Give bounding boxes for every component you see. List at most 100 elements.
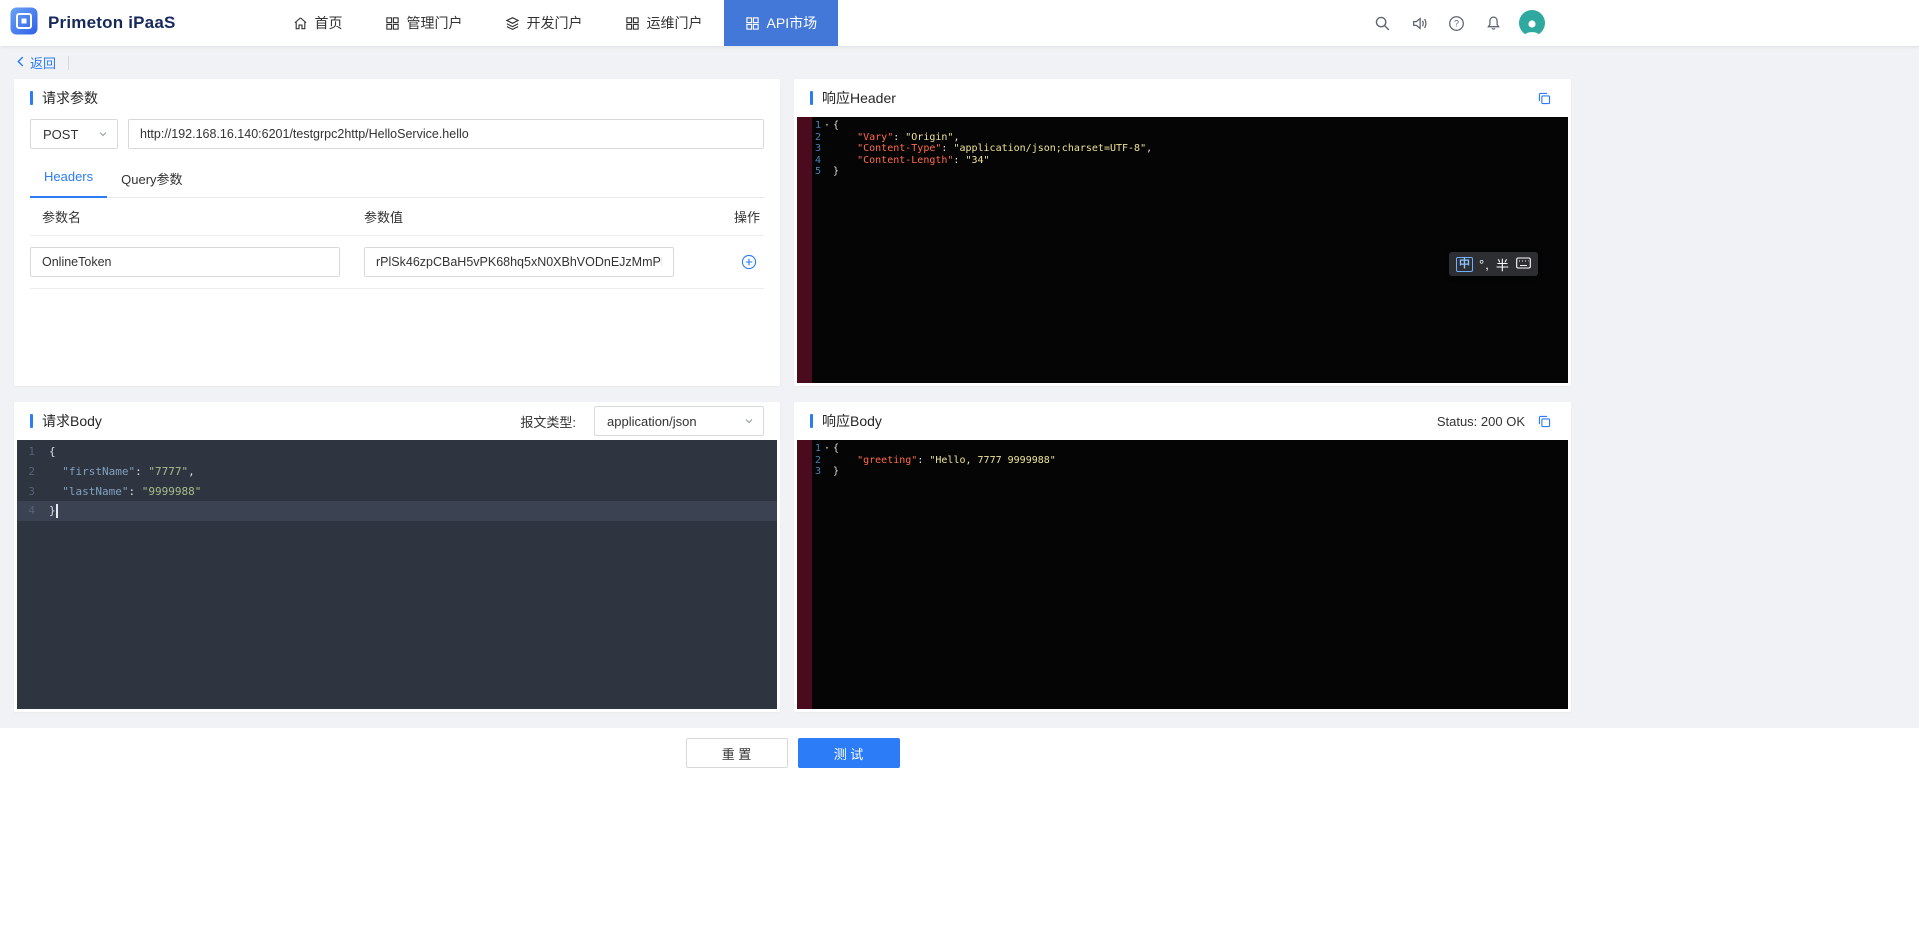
param-name-input[interactable] (30, 247, 340, 277)
card-title-request-body: 请求Body (30, 411, 102, 431)
back-button[interactable]: 返回 (16, 53, 56, 72)
grid-icon (625, 16, 640, 31)
user-avatar[interactable] (1519, 10, 1545, 36)
title-accent-bar (30, 91, 33, 105)
nav-item-label: 管理门户 (407, 13, 463, 33)
code-line: 1▾{ (797, 443, 1568, 455)
line-content: "firstName": "7777", (45, 462, 777, 482)
line-number: 4 (17, 501, 35, 521)
grid-icon (385, 16, 400, 31)
help-icon[interactable]: ? (1445, 12, 1467, 34)
tab-query-params[interactable]: Query参数 (107, 160, 196, 198)
fold-spacer (821, 466, 833, 478)
copy-icon[interactable] (1533, 87, 1555, 109)
code-line: 2 "firstName": "7777", (17, 462, 777, 482)
nav-item-ops-portal[interactable]: 运维门户 (604, 0, 724, 46)
copy-icon[interactable] (1533, 410, 1555, 432)
content-type-label: 报文类型: (520, 412, 576, 431)
url-input[interactable] (128, 119, 764, 149)
method-select-value: POST (43, 127, 78, 142)
response-body-editor[interactable]: 1▾{2 "greeting": "Hello, 7777 9999988"3} (797, 440, 1568, 709)
title-accent-bar (810, 91, 813, 105)
nav-item-dev-portal[interactable]: 开发门户 (484, 0, 604, 46)
column-operation: 操作 (728, 207, 764, 226)
code-line: 2 "Vary": "Origin", (797, 132, 1568, 144)
content-area: 返回 请求参数 POST (0, 46, 1919, 728)
line-number: 5 (797, 166, 821, 178)
line-number: 2 (797, 455, 821, 467)
code-line: 3 "lastName": "9999988" (17, 482, 777, 502)
reset-button[interactable]: 重 置 (686, 738, 788, 768)
column-param-name: 参数名 (30, 207, 364, 226)
search-icon[interactable] (1371, 12, 1393, 34)
nav-item-admin-portal[interactable]: 管理门户 (364, 0, 484, 46)
fold-spacer (821, 166, 833, 178)
main-nav: 首页 管理门户 开发门户 运维门户 (272, 0, 839, 46)
line-number: 4 (797, 155, 821, 167)
code-line: 5} (797, 166, 1568, 178)
line-number: 2 (17, 462, 35, 482)
line-content: "lastName": "9999988" (45, 482, 777, 502)
nav-item-api-market[interactable]: API市场 (724, 0, 839, 46)
nav-item-label: 运维门户 (647, 13, 703, 33)
request-body-editor[interactable]: 1{2 "firstName": "7777",3 "lastName": "9… (17, 440, 777, 709)
nav-item-label: 开发门户 (527, 13, 583, 33)
code-line: 1▾{ (797, 120, 1568, 132)
line-number: 3 (797, 143, 821, 155)
table-row (30, 236, 764, 289)
response-body-card: 响应Body Status: 200 OK 1▾{2 "greeting": "… (794, 402, 1571, 712)
line-number: 1 (17, 442, 35, 462)
bell-icon[interactable] (1482, 12, 1504, 34)
content-type-select[interactable]: application/json (594, 406, 764, 436)
chevron-down-icon (744, 414, 754, 429)
navbar-actions: ? (1371, 10, 1585, 36)
tab-headers[interactable]: Headers (30, 160, 107, 198)
add-param-icon[interactable] (738, 251, 760, 273)
test-button[interactable]: 测 试 (798, 738, 900, 768)
param-value-input[interactable] (364, 247, 674, 277)
svg-text:?: ? (1453, 18, 1458, 28)
line-content: { (833, 120, 1568, 132)
line-content: "greeting": "Hello, 7777 9999988" (833, 455, 1568, 467)
param-table-header: 参数名 参数值 操作 (30, 198, 764, 236)
column-param-value: 参数值 (364, 207, 728, 226)
line-content: "Content-Length": "34" (833, 155, 1568, 167)
back-label: 返回 (30, 53, 56, 72)
fold-arrow-icon[interactable]: ▾ (821, 443, 833, 455)
code-line: 2 "greeting": "Hello, 7777 9999988" (797, 455, 1568, 467)
keyboard-icon (1516, 257, 1531, 272)
nav-item-label: API市场 (767, 13, 818, 33)
code-line: 1{ (17, 442, 777, 462)
fold-spacer (35, 462, 45, 482)
ime-status-bar[interactable]: 中 °, 半 (1449, 252, 1538, 276)
content-type-select-value: application/json (607, 414, 697, 429)
fold-arrow-icon[interactable]: ▾ (821, 120, 833, 132)
chevron-left-icon (16, 55, 25, 70)
nav-item-home[interactable]: 首页 (272, 0, 364, 46)
card-title-request-params: 请求参数 (30, 88, 98, 108)
title-accent-bar (810, 414, 813, 428)
brand-logo-icon (9, 6, 39, 41)
card-title-response-header: 响应Header (810, 88, 896, 108)
ime-punctuation-indicator: °, (1479, 257, 1490, 272)
status-badge: Status: 200 OK (1437, 414, 1525, 429)
breadcrumb-divider (68, 56, 69, 70)
line-number: 1 (797, 120, 821, 132)
fold-spacer (821, 143, 833, 155)
announcement-icon[interactable] (1408, 12, 1430, 34)
fold-spacer (821, 455, 833, 467)
line-content: "Vary": "Origin", (833, 132, 1568, 144)
text-cursor (56, 504, 58, 518)
title-accent-bar (30, 414, 33, 428)
brand[interactable]: Primeton iPaaS (0, 6, 176, 41)
request-body-card: 请求Body 报文类型: application/json 1{2 "first… (14, 402, 780, 712)
response-header-editor[interactable]: 1▾{2 "Vary": "Origin",3 "Content-Type": … (797, 117, 1568, 383)
line-number: 2 (797, 132, 821, 144)
line-content: } (45, 501, 777, 521)
breadcrumb: 返回 (0, 46, 1585, 79)
response-header-card: 响应Header 1▾{2 "Vary": "Origin",3 "Conten… (794, 79, 1571, 386)
brand-name: Primeton iPaaS (48, 13, 176, 33)
fold-spacer (35, 442, 45, 462)
method-select[interactable]: POST (30, 119, 118, 149)
code-line: 4} (17, 501, 777, 521)
